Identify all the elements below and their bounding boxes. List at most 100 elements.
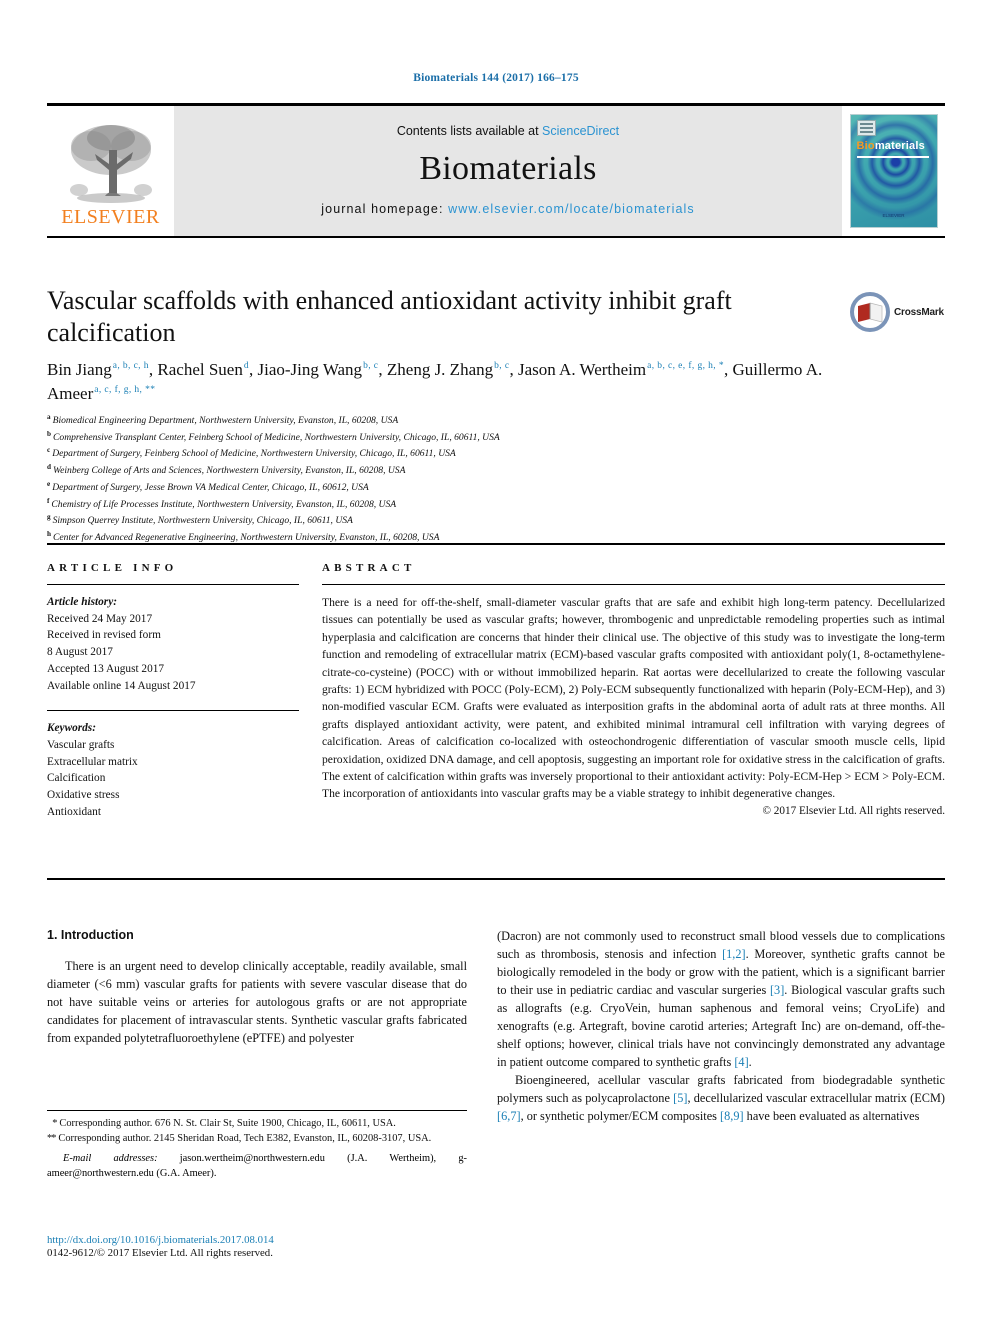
corresponding-author-note-1: * Corresponding author. 676 N. St. Clair … [47,1117,467,1132]
introduction-paragraph-2: Bioengineered, acellular vascular grafts… [497,1072,945,1126]
keywords-label: Keywords: [47,722,96,735]
article-history-item: Received 24 May 2017 [47,612,153,625]
keyword-item: Extracellular matrix [47,755,138,768]
citation-ref[interactable]: [4] [734,1055,748,1069]
body-right-column: (Dacron) are not commonly used to recons… [497,928,945,1125]
footnote-block: * Corresponding author. 676 N. St. Clair … [47,1110,467,1181]
keyword-item: Oxidative stress [47,789,120,802]
journal-title: Biomaterials [419,150,597,187]
affiliation-text: Simpson Querrey Institute, Northwestern … [52,515,353,527]
homepage-url-link[interactable]: www.elsevier.com/locate/biomaterials [448,202,695,216]
crossmark-badge[interactable]: CrossMark [850,289,945,335]
abstract-copyright: © 2017 Elsevier Ltd. All rights reserved… [762,804,946,817]
article-history-item: Available online 14 August 2017 [47,679,196,692]
keyword-item: Calcification [47,772,106,785]
footnote-mark: ** [47,1132,56,1144]
citation-ref[interactable]: [8,9] [720,1109,744,1123]
journal-article-page: Biomaterials 144 (2017) 166–175 ELSEVIER… [0,0,992,1323]
affiliation-text: Department of Surgery, Feinberg School o… [52,448,456,460]
author-entry: Jiao-Jing Wangb, c, [258,360,387,379]
journal-masthead: ELSEVIER Contents lists available at Sci… [47,103,945,238]
keywords-group: Keywords: Vascular grafts Extracellular … [47,720,299,820]
author-entry: Jason A. Wertheima, b, c, e, f, g, h, *, [518,360,733,379]
citation-ref[interactable]: [1,2] [722,947,746,961]
para-text: . [748,1054,752,1069]
author-separator: , [724,360,733,379]
affiliation-item: f Chemistry of Life Processes Institute, … [47,496,907,513]
abstract-rule [322,584,945,585]
para-text: , or synthetic polymer/ECM composites [520,1108,721,1123]
citation-ref[interactable]: [3] [770,983,784,997]
author-separator: , [509,360,518,379]
cover-journal-title: Biomaterials [857,140,925,152]
contents-available-line: Contents lists available at ScienceDirec… [397,124,619,138]
article-history-item: Accepted 13 August 2017 [47,662,165,675]
author-entry: Bin Jianga, b, c, h, [47,360,157,379]
footnote-text: Corresponding author. 676 N. St. Clair S… [59,1118,396,1129]
abstract-text: There is a need for off-the-shelf, small… [322,596,945,801]
journal-homepage-line: journal homepage: www.elsevier.com/locat… [321,202,694,216]
citation-ref[interactable]: [5] [673,1091,687,1105]
article-title: Vascular scaffolds with enhanced antioxi… [47,286,732,347]
email-owner-ameer: (G.A. Ameer). [156,1167,217,1179]
email-owner-wertheim: (J.A. Wertheim) [347,1152,434,1164]
introduction-heading: 1. Introduction [47,928,134,942]
abstract-column: ABSTRACT There is a need for off-the-she… [322,562,945,817]
affiliation-item: b Comprehensive Transplant Center, Feinbe… [47,429,907,446]
footnote-text: Corresponding author. 2145 Sheridan Road… [58,1132,432,1144]
affiliation-item: c Department of Surgery, Feinberg School … [47,445,907,462]
info-section-top-rule [47,543,945,545]
cover-title-bio: Bio [856,140,875,152]
email-label: E-mail addresses: [63,1152,158,1164]
article-info-heading: ARTICLE INFO [47,562,178,574]
cover-publisher-badge-icon [856,120,876,136]
author-separator: , [249,360,258,379]
author-name: Bin Jiang [47,360,112,379]
citation-ref[interactable]: [6,7] [497,1109,521,1123]
abstract-heading: ABSTRACT [322,562,416,574]
article-history-item: Received in revised form [47,629,161,642]
affiliation-item: d Weinberg College of Arts and Sciences, … [47,462,907,479]
author-entry: Rachel Suend, [157,360,257,379]
title-block: Vascular scaffolds with enhanced antioxi… [47,285,945,348]
doi-link[interactable]: http://dx.doi.org/10.1016/j.biomaterials… [47,1234,477,1246]
journal-cover-image: Biomaterials ELSEVIER [849,114,938,228]
affiliation-item: e Department of Surgery, Jesse Brown VA M… [47,479,907,496]
affiliation-text: Center for Advanced Regenerative Enginee… [53,532,440,544]
author-name: Rachel Suen [157,360,243,379]
article-info-column: ARTICLE INFO Article history: Received 2… [47,562,299,821]
para-text: , decellularized vascular extracellular … [687,1090,945,1105]
introduction-paragraph-continued: (Dacron) are not commonly used to recons… [497,928,945,1072]
author-affiliation-marks: a, b, c, e, f, g, h, * [647,361,724,372]
cover-title-rest: materials [874,140,925,152]
article-info-separator [47,710,299,712]
body-left-column: 1. Introduction There is an urgent need … [47,928,467,1048]
elsevier-logo: ELSEVIER [47,106,174,236]
crossmark-icon [850,292,890,332]
keyword-item: Vascular grafts [47,739,115,752]
affiliation-text: Weinberg College of Arts and Sciences, N… [53,465,406,477]
affiliation-text: Chemistry of Life Processes Institute, N… [51,498,397,510]
affiliation-text: Department of Surgery, Jesse Brown VA Me… [52,482,369,494]
author-affiliation-marks: a, b, c, h [112,361,149,372]
crossmark-label: CrossMark [894,306,944,318]
affiliation-item: a Biomedical Engineering Department, Nort… [47,412,907,429]
affiliation-item: g Simpson Querrey Institute, Northwestern… [47,512,907,529]
info-section-bottom-rule [47,878,945,880]
author-list: Bin Jianga, b, c, h, Rachel Suend, Jiao-… [47,358,837,406]
author-affiliation-marks: a, c, f, g, h, ** [94,385,156,396]
sciencedirect-link[interactable]: ScienceDirect [542,124,619,138]
para-text: have been evaluated as alternatives [743,1108,920,1123]
journal-cover-thumbnail[interactable]: Biomaterials ELSEVIER [842,106,945,236]
email-addresses-note: E-mail addresses: jason.wertheim@northwe… [47,1152,467,1179]
author-affiliation-marks: b, c [494,361,510,372]
contents-prefix: Contents lists available at [396,124,539,138]
doi-block: http://dx.doi.org/10.1016/j.biomaterials… [47,1234,477,1259]
corresponding-author-note-2: ** Corresponding author. 2145 Sheridan Ro… [47,1132,467,1147]
keyword-item: Antioxidant [47,805,101,818]
affiliation-list: a Biomedical Engineering Department, Nort… [47,412,907,546]
introduction-paragraph: There is an urgent need to develop clini… [47,959,467,1045]
email-link-wertheim[interactable]: jason.wertheim@northwestern.edu [180,1153,325,1164]
article-info-rule [47,584,299,585]
affiliation-text: Biomedical Engineering Department, North… [52,415,399,427]
